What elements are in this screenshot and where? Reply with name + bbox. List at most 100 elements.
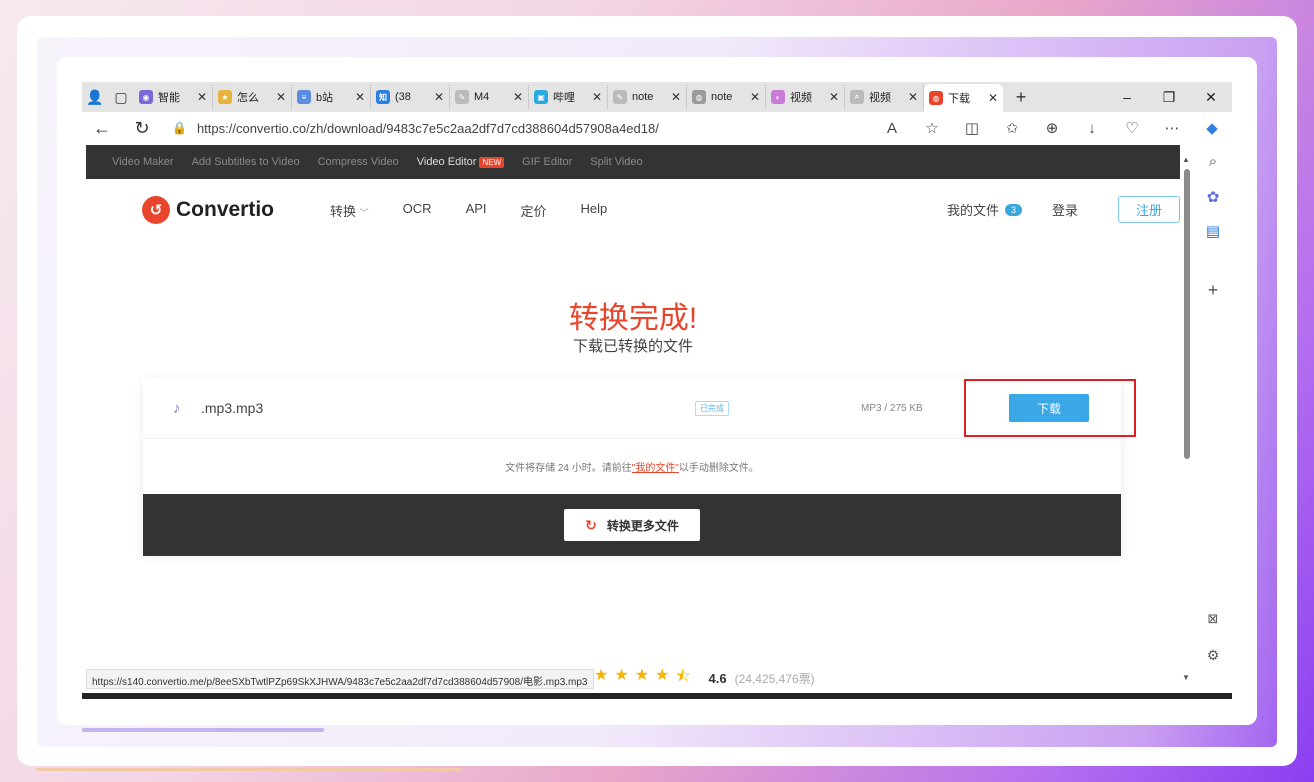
site-logo[interactable]: ↺ Convertio xyxy=(142,196,274,224)
product-strip: Video Maker Add Subtitles to Video Compr… xyxy=(86,145,1180,179)
tab-actions-icon[interactable]: ▢ xyxy=(108,82,134,112)
page-title: 转换完成! xyxy=(568,302,698,335)
add-sidebar-icon[interactable]: + xyxy=(1208,280,1219,301)
nav-item-ocr[interactable]: OCR xyxy=(403,201,432,220)
search-icon[interactable]: ⌕ xyxy=(1209,153,1217,170)
settings-gear-icon[interactable]: ⚙ xyxy=(1207,647,1220,664)
tab-label: 视频 xyxy=(869,92,891,104)
browser-tab[interactable]: ◍ 下载 ✕ xyxy=(924,84,1003,112)
collections-icon[interactable]: ⊕ xyxy=(1032,119,1072,137)
rating-row: ★ ★ ★ ★ ⯪ 4.6 (24,425,476票) xyxy=(594,665,815,692)
rating-score: 4.6 xyxy=(708,671,727,686)
strip-link[interactable]: Add Subtitles to Video xyxy=(192,156,300,168)
tab-close-icon[interactable]: ✕ xyxy=(988,91,998,105)
profile-icon[interactable]: 👤 xyxy=(82,82,108,112)
tab-favicon-icon: ⌕ xyxy=(850,90,864,104)
refresh-icon[interactable]: ↻ xyxy=(122,118,162,139)
tab-close-icon[interactable]: ✕ xyxy=(750,90,760,104)
tab-label: 哔哩 xyxy=(553,92,575,104)
heart-icon[interactable]: ♡ xyxy=(1112,119,1152,137)
scroll-thumb[interactable] xyxy=(1184,169,1190,459)
star-icon: ★ xyxy=(614,667,629,684)
nav-item-help[interactable]: Help xyxy=(581,201,608,220)
rating-stars: ★ ★ ★ ★ ⯪ xyxy=(594,665,691,692)
new-badge: NEW xyxy=(479,157,505,168)
copilot-icon[interactable]: ◆ xyxy=(1192,119,1232,137)
address-bar: ← ↻ 🔒 https://convertio.co/zh/download/9… xyxy=(82,112,1232,144)
nav-label: 转换 xyxy=(330,203,357,219)
strip-link[interactable]: Compress Video xyxy=(318,156,399,168)
new-tab-button[interactable]: + xyxy=(1003,87,1039,108)
tab-label: M4 xyxy=(474,91,490,103)
convert-more-button[interactable]: ↻ 转换更多文件 xyxy=(564,509,700,541)
copilot-sidebar-icon[interactable]: ✿ xyxy=(1207,188,1220,206)
browser-tab[interactable]: ★ 怎么 ✕ xyxy=(213,85,292,109)
site-header: ↺ Convertio 转换 ﹀ OCR API 定价 Help 我的文件 3 … xyxy=(86,179,1180,241)
file-card: ♪ .mp3.mp3 已完成 MP3 / 275 KB 下载 文件将存储 24 … xyxy=(143,378,1136,556)
tab-close-icon[interactable]: ✕ xyxy=(829,90,839,104)
favorites-icon[interactable]: ✩ xyxy=(992,119,1032,137)
screenshot-icon[interactable]: ⊠ xyxy=(1208,611,1219,627)
browser-tab[interactable]: 知 (38 ✕ xyxy=(371,85,450,109)
page-bottom-edge xyxy=(82,693,1232,699)
browser-tab[interactable]: ✎ M4 ✕ xyxy=(450,85,529,109)
strip-link-label: Video Editor xyxy=(416,156,477,168)
outlook-icon[interactable]: ▤ xyxy=(1206,222,1220,240)
strip-link[interactable]: Video Maker xyxy=(112,156,174,168)
chevron-down-icon: ﹀ xyxy=(359,207,369,218)
decor-line xyxy=(82,728,324,732)
strip-link[interactable]: GIF Editor xyxy=(522,156,572,168)
my-files-label: 我的文件 xyxy=(946,203,999,218)
login-link[interactable]: 登录 xyxy=(1052,200,1078,219)
scroll-down-icon[interactable]: ▼ xyxy=(1182,673,1190,682)
browser-tab[interactable]: ◐ 视频 ✕ xyxy=(766,85,845,109)
split-screen-icon[interactable]: ◫ xyxy=(952,119,992,137)
tab-favicon-icon: ✎ xyxy=(455,90,469,104)
my-files-link[interactable]: 我的文件 3 xyxy=(947,200,1022,219)
lock-icon[interactable]: 🔒 xyxy=(172,121,187,135)
browser-tab[interactable]: ⌕ 视频 ✕ xyxy=(845,85,924,109)
strip-link[interactable]: Split Video xyxy=(590,156,642,168)
strip-link-video-editor[interactable]: Video Editor NEW xyxy=(416,156,505,168)
favorite-star-icon[interactable]: ☆ xyxy=(912,119,952,137)
close-window-icon[interactable]: ✕ xyxy=(1190,89,1232,106)
register-button[interactable]: 注册 xyxy=(1118,196,1180,223)
scroll-up-icon[interactable]: ▲ xyxy=(1182,155,1190,164)
rating-votes: (24,425,476票) xyxy=(734,672,815,686)
refresh-icon: ↻ xyxy=(585,516,597,533)
back-icon[interactable]: ← xyxy=(82,118,122,139)
url-field[interactable]: 🔒 https://convertio.co/zh/download/9483c… xyxy=(172,121,659,136)
minimize-icon[interactable]: – xyxy=(1106,89,1148,106)
url-text: https://convertio.co/zh/download/9483c7e… xyxy=(196,120,659,136)
tab-close-icon[interactable]: ✕ xyxy=(197,90,207,104)
tab-close-icon[interactable]: ✕ xyxy=(671,90,681,104)
my-files-note-link[interactable]: "我的文件" xyxy=(632,459,679,474)
browser-tab[interactable]: ✎ note ✕ xyxy=(608,85,687,109)
star-icon: ★ xyxy=(634,667,650,684)
browser-tab[interactable]: ◉ 智能 ✕ xyxy=(134,85,213,109)
nav-item-pricing[interactable]: 定价 xyxy=(521,201,547,220)
restore-icon[interactable]: ❐ xyxy=(1148,89,1190,106)
header-right: 我的文件 3 登录 注册 xyxy=(947,196,1180,223)
tab-close-icon[interactable]: ✕ xyxy=(513,90,523,104)
download-icon[interactable]: ↓ xyxy=(1072,120,1112,137)
tab-close-icon[interactable]: ✕ xyxy=(908,90,918,104)
browser-tab[interactable]: ▣ 哔哩 ✕ xyxy=(529,85,608,109)
page-scrollbar[interactable]: ▲ ▼ xyxy=(1180,145,1194,693)
tab-favicon-icon: ≡ xyxy=(297,90,311,104)
nav-item-api[interactable]: API xyxy=(466,201,487,220)
tab-label: 怎么 xyxy=(237,92,259,104)
tab-label: (38 xyxy=(395,91,411,103)
tab-close-icon[interactable]: ✕ xyxy=(355,90,365,104)
nav-item-convert[interactable]: 转换 ﹀ xyxy=(330,201,369,220)
edge-sidebar: ⌕ ✿ ▤ + ⊠ ⚙ xyxy=(1194,145,1232,693)
browser-tab[interactable]: ≡ b站 ✕ xyxy=(292,85,371,109)
download-button[interactable]: 下载 xyxy=(1009,394,1089,422)
tab-close-icon[interactable]: ✕ xyxy=(276,90,286,104)
more-menu-icon[interactable]: ⋯ xyxy=(1152,119,1192,137)
tab-close-icon[interactable]: ✕ xyxy=(592,90,602,104)
tab-close-icon[interactable]: ✕ xyxy=(434,90,444,104)
read-aloud-icon[interactable]: A xyxy=(872,120,912,137)
tab-favicon-icon: ◉ xyxy=(139,90,153,104)
browser-tab[interactable]: ◍ note ✕ xyxy=(687,85,766,109)
